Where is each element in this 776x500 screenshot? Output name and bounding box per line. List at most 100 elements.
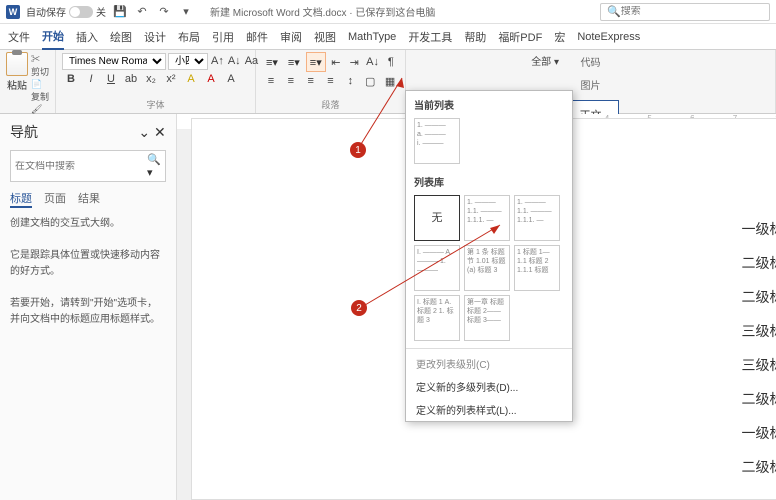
navigation-pane: 导航 ⌄ ✕ 🔍▾ 标题 页面 结果 创建文档的交互式大纲。 它是跟踪具体位置或… <box>0 114 177 500</box>
font-color-icon[interactable]: A <box>202 70 220 88</box>
search-box[interactable]: 🔍 <box>600 3 770 21</box>
tab-references[interactable]: 引用 <box>212 25 234 49</box>
heading-line[interactable]: 二级标题 4↵ <box>741 457 776 477</box>
nav-tab-pages[interactable]: 页面 <box>44 190 66 208</box>
dd-current-label: 当前列表 <box>406 91 572 114</box>
font-size-select[interactable]: 小四 <box>168 53 208 70</box>
tab-foxit[interactable]: 福昕PDF <box>498 25 542 49</box>
dd-define-multilevel[interactable]: 定义新的多级列表(D)... <box>406 375 572 398</box>
search-input[interactable] <box>621 6 763 17</box>
copy-button[interactable]: 📄 复制 <box>31 79 49 103</box>
tab-file[interactable]: 文件 <box>8 25 30 49</box>
show-marks-icon[interactable]: ¶ <box>383 53 399 71</box>
search-icon: 🔍 <box>607 5 621 18</box>
autosave-toggle[interactable]: 自动保存 关 <box>26 4 106 19</box>
qat-more-icon[interactable]: ▾ <box>178 4 194 20</box>
indent-dec-icon[interactable]: ⇤ <box>328 53 344 71</box>
save-icon[interactable]: 💾 <box>112 4 128 20</box>
dd-item[interactable]: 第 1 条 标题 节 1.01 标题 (a) 标题 3 <box>464 245 510 291</box>
nav-search[interactable]: 🔍▾ <box>10 150 166 182</box>
dd-item[interactable]: I. ――― A. ――― 1. ――― <box>414 245 460 291</box>
underline-icon[interactable]: U <box>102 70 120 88</box>
tab-noteexpress[interactable]: NoteExpress <box>577 27 640 47</box>
align-center-icon[interactable]: ≡ <box>282 72 300 90</box>
number-list-icon[interactable]: ≡▾ <box>284 52 304 72</box>
nav-body-text: 创建文档的交互式大纲。 它是跟踪具体位置或快速移动内容的好方式。 若要开始，请转… <box>10 216 166 328</box>
font-name-select[interactable]: Times New Roman <box>62 53 166 70</box>
style-code[interactable]: 代码 <box>581 54 601 69</box>
document-headings: 一级标题 1↵ 二级标题 1↵ 二级标题 2↵ 三级标题 1↵ 三级标题 2↵ … <box>741 219 776 477</box>
dd-item[interactable]: 1. ――― 1.1. ――― 1.1.1. ― <box>464 195 510 241</box>
heading-line[interactable]: 三级标题 1↵ <box>741 321 776 341</box>
strike-icon[interactable]: ab <box>122 70 140 88</box>
tab-mathtype[interactable]: MathType <box>348 27 396 47</box>
redo-icon[interactable]: ↷ <box>156 4 172 20</box>
tab-draw[interactable]: 绘图 <box>110 25 132 49</box>
dd-library-label: 列表库 <box>406 168 572 191</box>
style-pic[interactable]: 图片 <box>581 77 601 92</box>
align-right-icon[interactable]: ≡ <box>302 72 320 90</box>
paragraph-group: ≡▾ ≡▾ ≡▾ ⇤ ⇥ A↓ ¶ ≡ ≡ ≡ ≡ ↕ ▢ ▦ 段落 <box>256 50 406 113</box>
tab-insert[interactable]: 插入 <box>76 25 98 49</box>
nav-close-icon[interactable]: ✕ <box>154 124 166 140</box>
nav-collapse-icon[interactable]: ⌄ <box>138 124 150 140</box>
nav-search-input[interactable] <box>15 161 147 172</box>
marker-2: 2 <box>351 300 367 316</box>
title-bar: W 自动保存 关 💾 ↶ ↷ ▾ 新建 Microsoft Word 文档.do… <box>0 0 776 24</box>
dd-define-style[interactable]: 定义新的列表样式(L)... <box>406 398 572 421</box>
line-spacing-icon[interactable]: ↕ <box>341 72 359 90</box>
superscript-icon[interactable]: x² <box>162 70 180 88</box>
heading-line[interactable]: 二级标题 3↵ <box>741 389 776 409</box>
heading-line[interactable]: 一级标题 2↵ <box>741 423 776 443</box>
nav-title: 导航 ⌄ ✕ <box>10 122 166 142</box>
highlight-icon[interactable]: A <box>182 70 200 88</box>
sort-icon[interactable]: A↓ <box>364 53 380 71</box>
justify-icon[interactable]: ≡ <box>322 72 340 90</box>
grow-font-icon[interactable]: A↑ <box>210 52 225 70</box>
nav-tab-results[interactable]: 结果 <box>78 190 100 208</box>
undo-icon[interactable]: ↶ <box>134 4 150 20</box>
subscript-icon[interactable]: x₂ <box>142 70 160 88</box>
multilevel-list-dropdown: 当前列表 1. ―――a. ―――i. ――― 列表库 无 1. ――― 1.1… <box>405 90 573 422</box>
search-icon: 🔍▾ <box>147 153 161 179</box>
indent-inc-icon[interactable]: ⇥ <box>346 53 362 71</box>
heading-line[interactable]: 三级标题 2↵ <box>741 355 776 375</box>
heading-line[interactable]: 一级标题 1↵ <box>741 219 776 239</box>
dd-item[interactable]: 1. ――― 1.1. ――― 1.1.1. ― <box>514 195 560 241</box>
toggle-icon[interactable] <box>69 6 93 18</box>
heading-line[interactable]: 二级标题 2↵ <box>741 287 776 307</box>
marker-1: 1 <box>350 142 366 158</box>
bullet-list-icon[interactable]: ≡▾ <box>262 52 282 72</box>
multilevel-list-icon[interactable]: ≡▾ <box>306 52 326 72</box>
cut-button[interactable]: ✂ 剪切 <box>31 52 49 78</box>
dd-item-none[interactable]: 无 <box>414 195 460 241</box>
dd-item[interactable]: 1 标题 1― 1.1 标题 2 1.1.1 标题 <box>514 245 560 291</box>
tab-design[interactable]: 设计 <box>144 25 166 49</box>
nav-tab-headings[interactable]: 标题 <box>10 190 32 208</box>
tab-macro[interactable]: 宏 <box>554 25 565 49</box>
align-left-icon[interactable]: ≡ <box>262 72 280 90</box>
tab-review[interactable]: 审阅 <box>280 25 302 49</box>
tab-help[interactable]: 帮助 <box>464 25 486 49</box>
styles-all-dropdown[interactable]: 全部 ▾ <box>531 53 559 68</box>
dd-item[interactable]: I. 标题 1 A. 标题 2 1. 标题 3 <box>414 295 460 341</box>
word-app-icon: W <box>6 5 20 19</box>
borders-icon[interactable]: ▦ <box>381 72 399 90</box>
tab-mailings[interactable]: 邮件 <box>246 25 268 49</box>
tab-view[interactable]: 视图 <box>314 25 336 49</box>
heading-line[interactable]: 二级标题 1↵ <box>741 253 776 273</box>
shrink-font-icon[interactable]: A↓ <box>227 52 242 70</box>
italic-icon[interactable]: I <box>82 70 100 88</box>
ribbon: 粘贴 ✂ 剪切 📄 复制 🖌 格式刷 剪贴板 Times New Roman 小… <box>0 50 776 114</box>
tab-developer[interactable]: 开发工具 <box>408 25 452 49</box>
bold-icon[interactable]: B <box>62 70 80 88</box>
shading-icon[interactable]: ▢ <box>361 72 379 90</box>
paste-icon <box>6 52 28 76</box>
phonetic-icon[interactable]: A <box>222 70 240 88</box>
tab-layout[interactable]: 布局 <box>178 25 200 49</box>
dd-item[interactable]: 第一章 标题 标题 2―― 标题 3―― <box>464 295 510 341</box>
dd-current-item[interactable]: 1. ―――a. ―――i. ――― <box>414 118 460 164</box>
tab-home[interactable]: 开始 <box>42 24 64 50</box>
dd-change-level: 更改列表级别(C) <box>406 352 572 375</box>
ribbon-tabs: 文件 开始 插入 绘图 设计 布局 引用 邮件 审阅 视图 MathType 开… <box>0 24 776 50</box>
